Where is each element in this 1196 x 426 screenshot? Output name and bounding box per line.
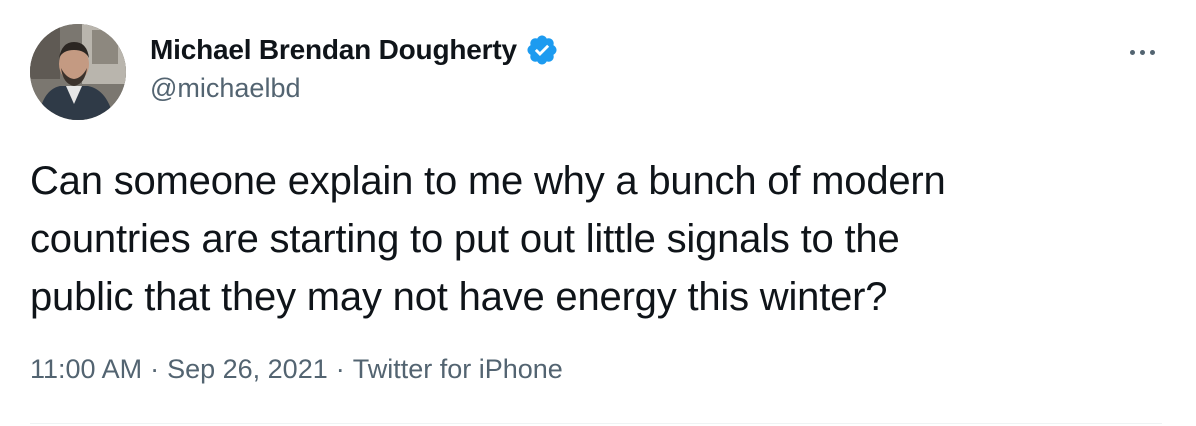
display-name[interactable]: Michael Brendan Dougherty [150,34,517,66]
tweet-time: 11:00 AM [30,354,143,384]
divider [30,423,1162,424]
author-block: Michael Brendan Dougherty @michaelbd [150,30,559,104]
tweet-source-link[interactable]: Twitter for iPhone [353,354,563,384]
tweet-text: Can someone explain to me why a bunch of… [30,159,946,319]
meta-separator: · [150,354,160,384]
avatar[interactable] [30,24,126,120]
dot [1129,49,1135,55]
tweet-date: Sep 26, 2021 [167,354,328,384]
more-options-icon[interactable] [1122,32,1162,72]
meta-separator: · [335,354,345,384]
profile-photo [30,24,126,120]
tweet-card: Michael Brendan Dougherty @michaelbd Can… [0,0,1196,426]
verified-badge-icon [525,33,559,67]
tweet-timestamp-link[interactable]: 11:00 AM · Sep 26, 2021 [30,354,328,384]
tweet-meta: 11:00 AM · Sep 26, 2021 · Twitter for iPhone [30,354,563,385]
name-row: Michael Brendan Dougherty [150,30,559,70]
dot [1149,49,1155,55]
dot [1139,49,1145,55]
user-handle[interactable]: @michaelbd [150,73,559,104]
